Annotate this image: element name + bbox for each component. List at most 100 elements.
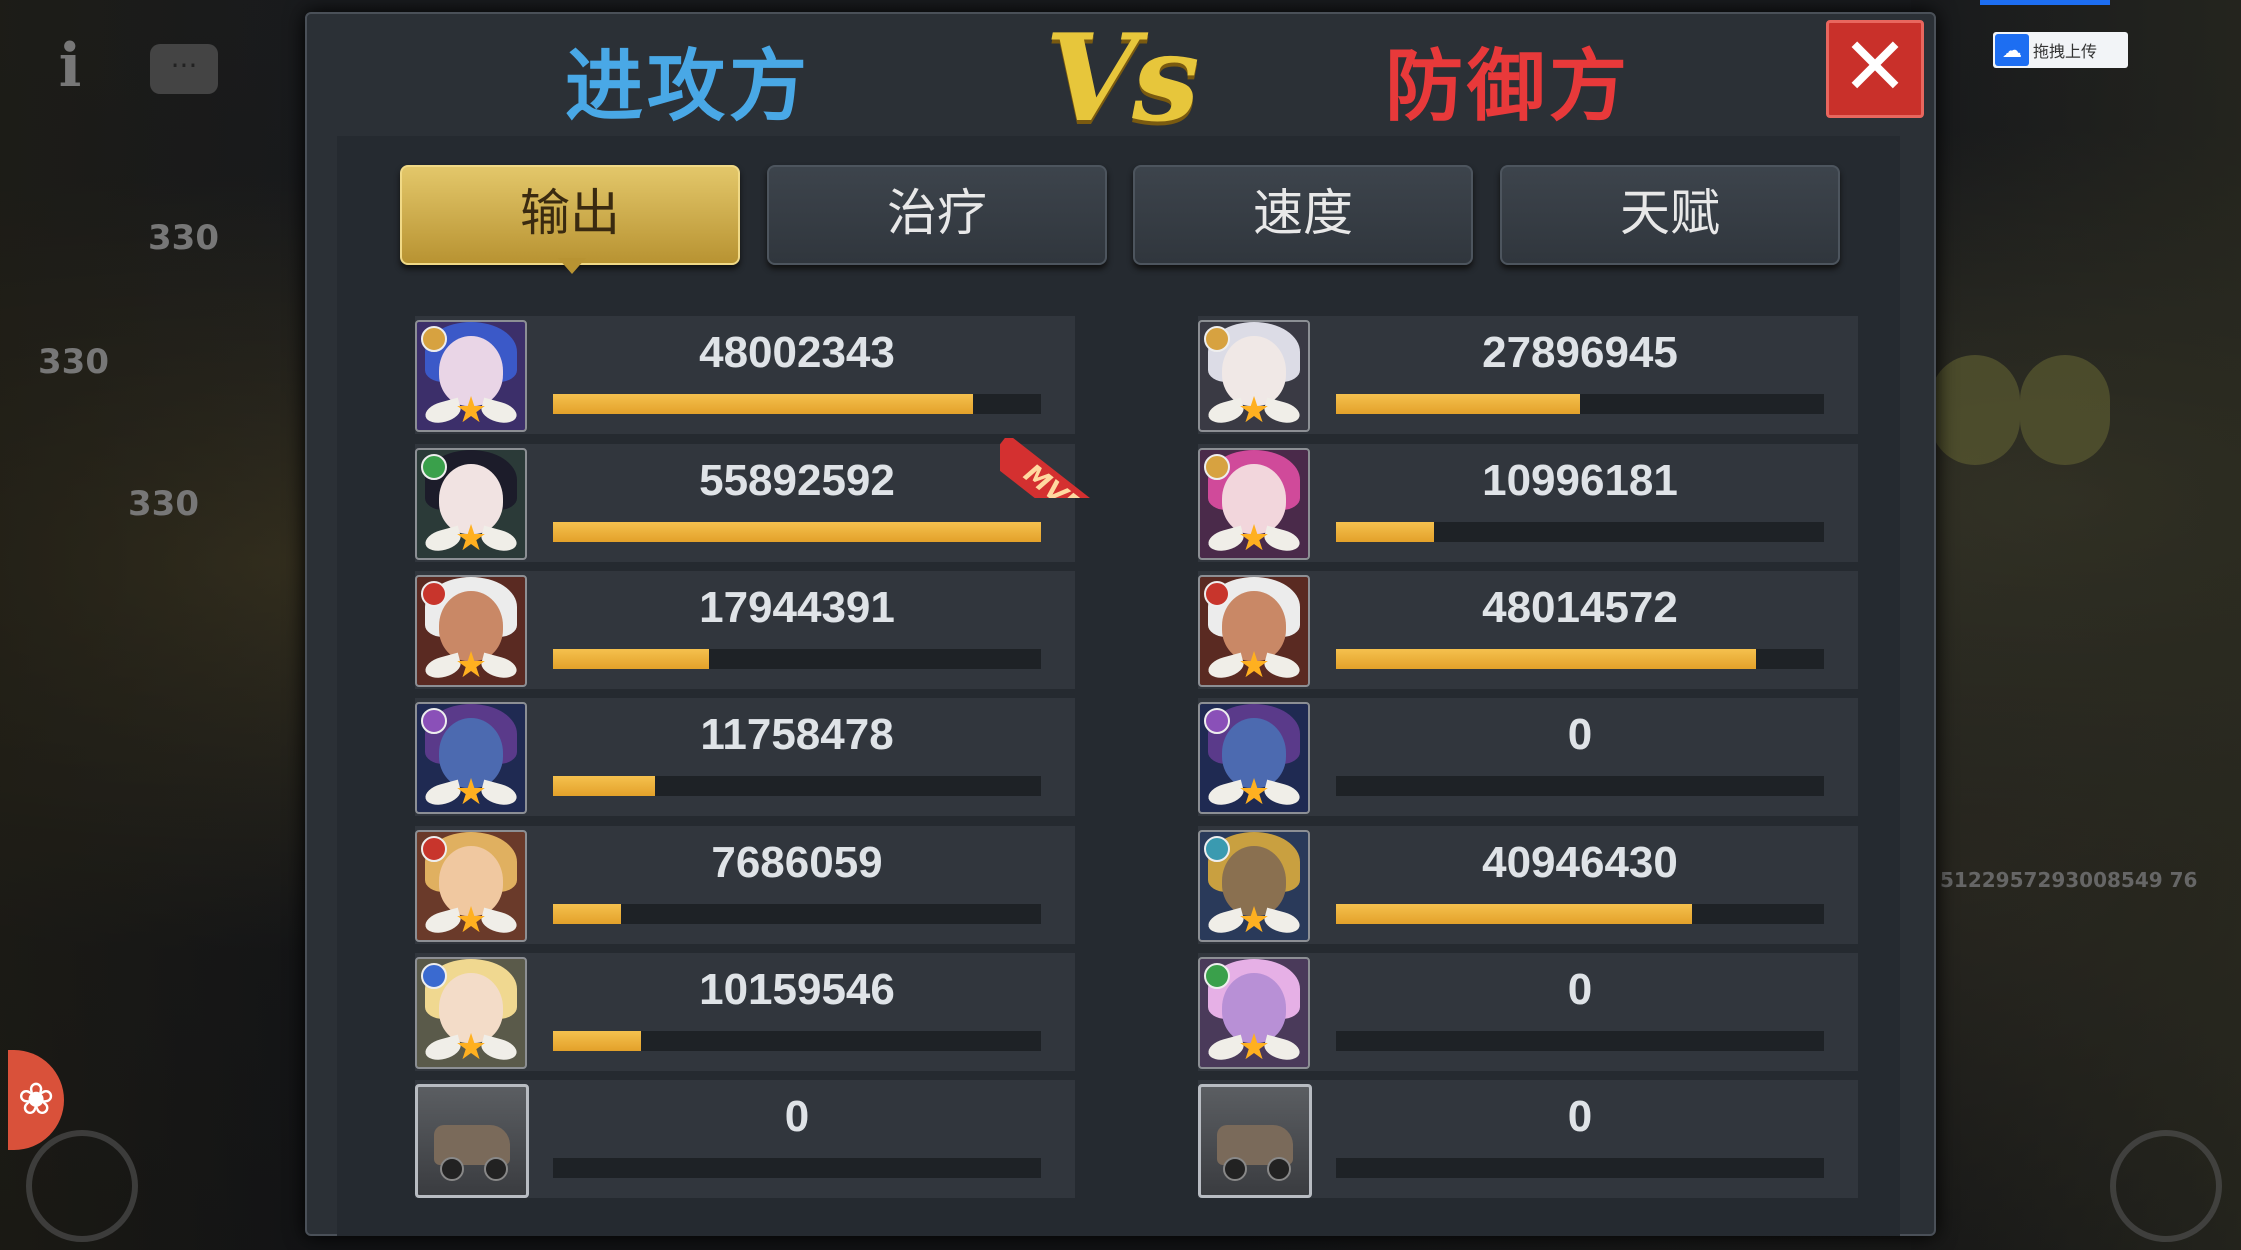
hero-blue-hair-icon[interactable]: ★ — [415, 320, 527, 432]
damage-bar-fill — [553, 649, 710, 669]
background-right-area — [1911, 0, 2241, 1250]
star-icon: ★ — [1237, 900, 1271, 941]
damage-bar-fill — [553, 904, 622, 924]
mvp-label: MVP — [1000, 438, 1096, 498]
hero-white-hair-icon[interactable]: ★ — [1198, 320, 1310, 432]
hero-blonde-girl-icon[interactable]: ★ — [415, 957, 527, 1069]
cloud-icon: ☁ — [1995, 34, 2029, 66]
defender-row: ★ 0 — [1198, 953, 1858, 1071]
faction-badge-icon — [1204, 708, 1230, 734]
attacker-row: ★ 17944391 — [415, 571, 1075, 689]
defender-row: ★ 10996181 — [1198, 444, 1858, 562]
defender-row: ★ 48014572 — [1198, 571, 1858, 689]
star-icon: ★ — [454, 772, 488, 813]
damage-bar-fill — [553, 394, 973, 414]
hero-purple-hair-icon[interactable]: ★ — [1198, 957, 1310, 1069]
star-icon: ★ — [1237, 1027, 1271, 1068]
faction-badge-icon — [1204, 836, 1230, 862]
star-icon: ★ — [454, 518, 488, 559]
faction-badge-icon — [421, 708, 447, 734]
damage-bar-fill — [1336, 904, 1693, 924]
close-button[interactable]: ✕ — [1826, 20, 1924, 118]
info-icon[interactable]: i — [56, 34, 84, 98]
star-icon: ★ — [1237, 645, 1271, 686]
faction-badge-icon — [1204, 963, 1230, 989]
damage-bar — [1336, 776, 1824, 796]
star-icon: ★ — [1237, 772, 1271, 813]
attacker-row: ★ 55892592 — [415, 444, 1075, 562]
background-round-button — [2020, 355, 2110, 465]
faction-badge-icon — [421, 326, 447, 352]
defender-row: ★ 40946430 — [1198, 826, 1858, 944]
star-icon: ★ — [454, 645, 488, 686]
faction-badge-icon — [421, 581, 447, 607]
damage-value: 0 — [784, 1092, 810, 1141]
faction-badge-icon — [421, 963, 447, 989]
tab-speed[interactable]: 速度 — [1133, 165, 1473, 265]
damage-bar-fill — [553, 522, 1041, 542]
background-level-label: 330 — [148, 218, 219, 258]
wheel — [1223, 1157, 1247, 1181]
attacker-row: ★ 48002343 — [415, 316, 1075, 434]
hero-old-man-icon[interactable]: ★ — [1198, 575, 1310, 687]
faction-badge-icon — [1204, 326, 1230, 352]
hero-pink-hair-icon[interactable]: ★ — [1198, 448, 1310, 560]
damage-value: 48014572 — [1482, 583, 1678, 632]
defender-row: ★ 0 — [1198, 698, 1858, 816]
swirl-icon — [26, 1130, 138, 1242]
defender-title: 防御方 — [1385, 42, 1632, 132]
tab-damage[interactable]: 输出 — [400, 165, 740, 265]
star-icon: ★ — [454, 900, 488, 941]
vehicle-car-icon[interactable] — [415, 1084, 529, 1198]
faction-badge-icon — [1204, 454, 1230, 480]
star-icon: ★ — [454, 390, 488, 431]
tab-healing[interactable]: 治疗 — [767, 165, 1107, 265]
tab-talent[interactable]: 天赋 — [1500, 165, 1840, 265]
wheel — [484, 1157, 508, 1181]
hero-dark-hair-icon[interactable]: ★ — [415, 448, 527, 560]
defender-row: ★ 27896945 — [1198, 316, 1858, 434]
background-id-text: 5122957293008549 76 — [1940, 868, 2198, 892]
mvp-ribbon: MVP — [1000, 438, 1096, 498]
damage-value: 10159546 — [699, 965, 895, 1014]
damage-bar — [553, 1031, 1041, 1051]
attacker-row: 0 — [415, 1080, 1075, 1198]
wheel — [1267, 1157, 1291, 1181]
damage-value: 11758478 — [700, 710, 894, 759]
attacker-row: ★ 10159546 — [415, 953, 1075, 1071]
damage-bar — [1336, 394, 1824, 414]
damage-value: 48002343 — [699, 328, 895, 377]
cloud-upload-button[interactable]: ☁ 拖拽上传 — [1993, 32, 2128, 68]
vehicle-tank-icon[interactable] — [1198, 1084, 1312, 1198]
star-icon: ★ — [454, 1027, 488, 1068]
damage-bar-fill — [553, 776, 656, 796]
damage-bar-fill — [553, 1031, 641, 1051]
hero-dragon-icon[interactable]: ★ — [415, 702, 527, 814]
attacker-title: 进攻方 — [565, 42, 812, 132]
hero-old-man-icon[interactable]: ★ — [415, 575, 527, 687]
damage-value: 7686059 — [711, 838, 883, 887]
faction-badge-icon — [1204, 581, 1230, 607]
damage-bar — [553, 522, 1041, 542]
chat-icon[interactable]: ··· — [150, 44, 218, 94]
attacker-row: ★ 7686059 — [415, 826, 1075, 944]
damage-bar — [553, 1158, 1041, 1178]
swirl-icon — [2110, 1130, 2222, 1242]
damage-value: 40946430 — [1482, 838, 1678, 887]
damage-bar — [553, 649, 1041, 669]
damage-bar-fill — [1336, 649, 1756, 669]
hero-blonde-warrior-icon[interactable]: ★ — [415, 830, 527, 942]
damage-bar — [1336, 1031, 1824, 1051]
background-level-label: 330 — [38, 342, 109, 382]
cloud-upload-label: 拖拽上传 — [2033, 42, 2098, 61]
damage-bar — [553, 394, 1041, 414]
damage-value: 0 — [1567, 965, 1593, 1014]
damage-bar — [553, 904, 1041, 924]
damage-bar — [1336, 649, 1824, 669]
hero-golden-knight-icon[interactable]: ★ — [1198, 830, 1310, 942]
defender-row: 0 — [1198, 1080, 1858, 1198]
faction-badge-icon — [421, 836, 447, 862]
damage-bar — [553, 776, 1041, 796]
hero-dragon-icon[interactable]: ★ — [1198, 702, 1310, 814]
damage-value: 17944391 — [699, 583, 895, 632]
